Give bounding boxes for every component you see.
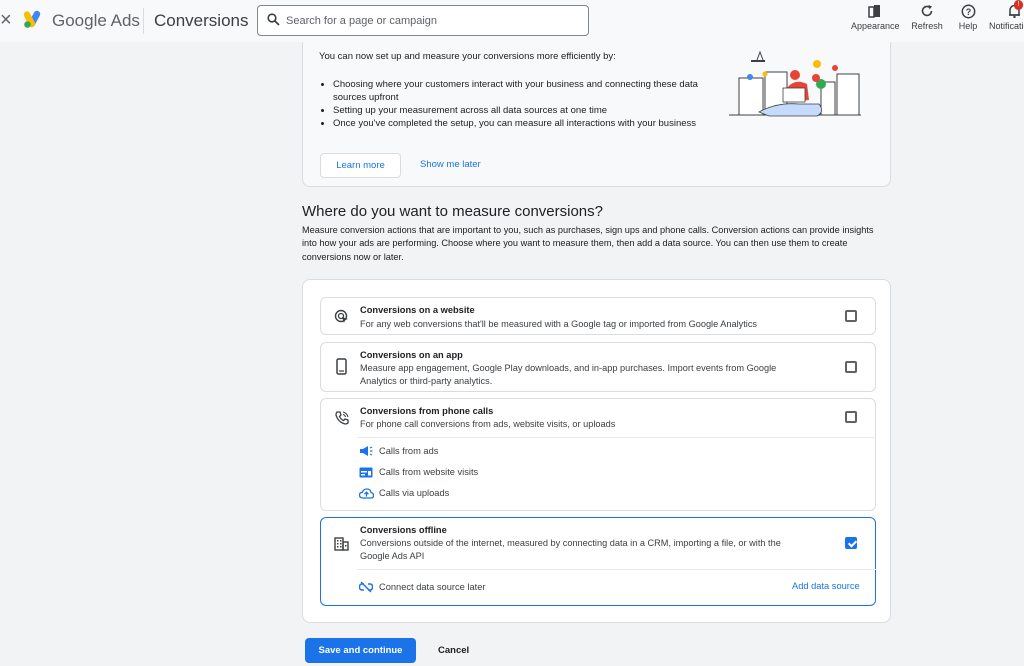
section-description: Measure conversion actions that are impo… [302,225,874,262]
website-checkbox[interactable] [845,310,857,322]
intro-text: You can now set up and measure your conv… [319,51,616,62]
intro-bullet: Once you've completed the setup, you can… [333,117,713,130]
learn-more-button[interactable]: Learn more [320,153,401,178]
option-app[interactable]: Conversions on an app Measure app engage… [320,342,876,392]
notification-badge: ! [1014,0,1023,10]
notifications-label: Notifications [989,21,1024,31]
appearance-label: Appearance [851,21,900,31]
header-divider [143,8,144,34]
option-description: Conversions outside of the internet, mea… [360,538,781,561]
phone-device-icon [334,358,348,380]
appearance-button[interactable]: Appearance [851,3,900,31]
megaphone-icon [358,445,374,457]
section-title: Where do you want to measure conversions… [302,203,603,220]
notifications-button[interactable]: ! Notifications [989,0,1024,31]
search-box[interactable] [257,5,589,36]
cloud-upload-icon [358,487,374,499]
search-icon [267,13,280,31]
intro-bullets: Choosing where your customers interact w… [333,78,713,130]
measurement-illustration [729,50,861,117]
top-bar: × Google Ads Conversions Appearance Refr… [0,0,1024,42]
help-icon: ? [953,3,983,19]
divider [357,569,876,570]
link-off-icon [358,581,374,593]
refresh-icon [910,3,944,19]
help-label: Help [958,21,978,31]
conversion-options-card: Conversions on a website For any web con… [302,279,891,623]
add-data-source-link[interactable]: Add data source [792,581,860,591]
building-icon [334,537,349,556]
option-description: For any web conversions that'll be measu… [360,319,758,329]
cancel-button[interactable]: Cancel [438,645,469,656]
option-phone-calls[interactable]: Conversions from phone calls For phone c… [320,398,876,511]
sub-option-calls-from-ads: Calls from ads [358,445,438,457]
connect-later: Connect data source later [358,581,485,593]
help-button[interactable]: ? Help [953,3,983,31]
phone-calls-checkbox[interactable] [845,411,857,423]
option-title: Conversions from phone calls [360,406,494,416]
offline-checkbox[interactable] [845,537,857,549]
google-ads-logo [23,10,44,33]
intro-bullet: Setting up your measurement across all d… [333,104,713,117]
intro-bullet: Choosing where your customers interact w… [333,78,713,104]
option-description: Measure app engagement, Google Play down… [360,363,777,386]
page-title: Conversions [154,11,249,30]
option-title: Conversions offline [360,525,447,535]
app-checkbox[interactable] [845,361,857,373]
svg-text:?: ? [965,7,971,17]
refresh-button[interactable]: Refresh [910,3,944,31]
sub-option-calls-via-uploads: Calls via uploads [358,487,449,499]
search-input[interactable] [286,12,576,30]
connect-later-label: Connect data source later [379,582,486,592]
bell-icon: ! [989,0,1024,19]
sub-option-label: Calls from ads [379,446,439,456]
sub-option-label: Calls via uploads [379,488,450,498]
option-website[interactable]: Conversions on a website For any web con… [320,297,876,335]
appearance-icon [851,3,899,19]
sub-option-label: Calls from website visits [379,467,479,477]
intro-banner: You can now set up and measure your conv… [302,42,891,187]
website-cursor-icon [334,309,350,330]
refresh-label: Refresh [911,21,943,31]
option-title: Conversions on an app [360,350,463,360]
phone-call-icon [334,410,350,431]
brand-name: Google Ads [52,11,140,30]
option-offline[interactable]: Conversions offline Conversions outside … [320,517,876,606]
close-icon[interactable]: × [0,10,12,30]
show-me-later-link[interactable]: Show me later [420,159,481,170]
web-page-icon [358,466,374,478]
sub-option-calls-from-website: Calls from website visits [358,466,478,478]
divider [357,437,876,438]
save-and-continue-button[interactable]: Save and continue [305,638,416,663]
option-description: For phone call conversions from ads, web… [360,419,616,429]
option-title: Conversions on a website [360,305,475,315]
